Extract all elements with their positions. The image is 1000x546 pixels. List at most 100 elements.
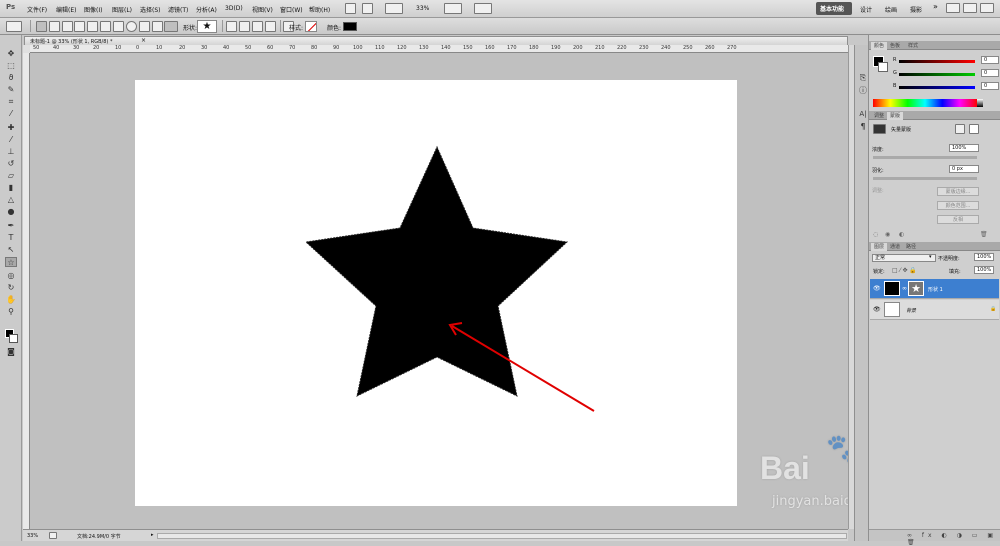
dodge-tool-icon[interactable]: ● bbox=[5, 207, 17, 217]
eyedropper-tool-icon[interactable]: ⁄ bbox=[5, 109, 17, 119]
layer-row-background[interactable]: 👁 背景 🔒 bbox=[870, 300, 999, 320]
move-tool-icon[interactable]: ✥ bbox=[5, 49, 17, 59]
rectangle-icon[interactable] bbox=[100, 21, 111, 32]
visibility-eye-icon[interactable]: 👁 bbox=[873, 306, 881, 313]
fill-input[interactable]: 100% bbox=[974, 266, 994, 274]
add-mode-icon[interactable] bbox=[239, 21, 250, 32]
minimize-icon[interactable] bbox=[946, 3, 960, 13]
brush-tool-icon[interactable]: ⁄ bbox=[5, 135, 17, 145]
ellipse-icon[interactable] bbox=[126, 21, 137, 32]
star-shape-picker-icon[interactable]: ★ bbox=[197, 20, 217, 33]
load-selection-icon[interactable]: ◌ bbox=[873, 231, 878, 238]
background-color-swatch[interactable] bbox=[9, 334, 18, 343]
crop-tool-icon[interactable]: ⌗ bbox=[5, 97, 17, 107]
custom-shape-icon[interactable] bbox=[164, 21, 178, 32]
history-brush-tool-icon[interactable]: ↺ bbox=[5, 159, 17, 169]
channel-r-slider[interactable] bbox=[899, 60, 975, 63]
pixel-mask-icon[interactable] bbox=[955, 124, 965, 134]
fill-pixels-icon[interactable] bbox=[62, 21, 73, 32]
workspace-painting[interactable]: 绘画 bbox=[885, 5, 897, 14]
channel-r-input[interactable]: 0 bbox=[981, 56, 999, 64]
menu-file[interactable]: 文件(F) bbox=[27, 5, 47, 14]
restore-icon[interactable] bbox=[963, 3, 977, 13]
subtract-mode-icon[interactable] bbox=[252, 21, 263, 32]
close-tab-icon[interactable]: × bbox=[141, 37, 146, 44]
menu-edit[interactable]: 编辑(E) bbox=[56, 5, 76, 14]
channel-b-slider[interactable] bbox=[899, 86, 975, 89]
status-menu-icon[interactable]: ▸ bbox=[151, 532, 154, 538]
workspace-essentials[interactable]: 基本功能 bbox=[820, 4, 844, 13]
opacity-input[interactable]: 100% bbox=[974, 253, 994, 261]
toggle-mask-icon[interactable]: ◐ bbox=[899, 231, 904, 238]
feather-input[interactable]: 0 px bbox=[949, 165, 979, 173]
eraser-tool-icon[interactable]: ▱ bbox=[5, 171, 17, 181]
paths-icon[interactable] bbox=[49, 21, 60, 32]
line-icon[interactable] bbox=[152, 21, 163, 32]
horizontal-scrollbar[interactable] bbox=[157, 533, 847, 539]
layer-actions-icons[interactable]: ∞ fx ◐ ◑ ▭ ▣ 🗑 bbox=[907, 532, 1000, 546]
blend-mode-select[interactable]: 正常 bbox=[872, 254, 936, 262]
document-tab[interactable]: 未标题-1 @ 33% (形状 1, RGB/8) * × bbox=[24, 36, 848, 45]
density-slider[interactable] bbox=[873, 156, 977, 159]
3d-orbit-tool-icon[interactable]: ↻ bbox=[5, 283, 17, 293]
menu-help[interactable]: 帮助(H) bbox=[309, 5, 330, 14]
bridge-icon[interactable] bbox=[345, 3, 356, 14]
intersect-mode-icon[interactable] bbox=[265, 21, 276, 32]
path-select-tool-icon[interactable]: ↖ bbox=[5, 245, 17, 255]
hand-tool-icon[interactable]: ✋ bbox=[5, 295, 17, 305]
menu-filter[interactable]: 滤镜(T) bbox=[168, 5, 188, 14]
shape-layers-icon[interactable] bbox=[36, 21, 47, 32]
status-zoom[interactable]: 33% bbox=[27, 533, 38, 539]
status-icon[interactable] bbox=[49, 532, 57, 539]
color-spectrum-bar[interactable] bbox=[873, 99, 977, 107]
layer-row-shape[interactable]: 👁 ∞ ★ 形状 1 bbox=[870, 279, 999, 299]
blend-dropdown-icon[interactable]: ▾ bbox=[929, 254, 932, 260]
visibility-eye-icon[interactable]: 👁 bbox=[873, 285, 881, 292]
close-window-icon[interactable] bbox=[980, 3, 994, 13]
menu-image[interactable]: 图像(I) bbox=[84, 5, 102, 14]
tab-channels[interactable]: 通道 bbox=[887, 243, 903, 251]
color-range-button[interactable]: 颜色范围... bbox=[937, 201, 979, 210]
polygon-icon[interactable] bbox=[139, 21, 150, 32]
tab-adjustments[interactable]: 调整 bbox=[871, 112, 887, 120]
tab-layers[interactable]: 图层 bbox=[871, 243, 888, 251]
workspace-design[interactable]: 设计 bbox=[860, 5, 872, 14]
bg-color-swatch[interactable] bbox=[878, 62, 888, 72]
screen-mode-icon[interactable] bbox=[474, 3, 492, 14]
bw-ramp[interactable] bbox=[977, 99, 983, 107]
shape-color-swatch[interactable] bbox=[343, 22, 357, 31]
3d-rotate-tool-icon[interactable]: ◎ bbox=[5, 271, 17, 281]
menu-window[interactable]: 窗口(W) bbox=[280, 5, 303, 14]
clone-stamp-tool-icon[interactable]: ⊥ bbox=[5, 147, 17, 157]
layer-name[interactable]: 背景 bbox=[906, 307, 916, 314]
type-tool-icon[interactable]: T bbox=[5, 233, 17, 243]
density-input[interactable]: 100% bbox=[949, 144, 979, 152]
blur-tool-icon[interactable]: △ bbox=[5, 195, 17, 205]
tab-paths[interactable]: 路径 bbox=[903, 243, 919, 251]
delete-mask-icon[interactable]: 🗑 bbox=[980, 231, 988, 238]
menu-layer[interactable]: 图层(L) bbox=[112, 5, 132, 14]
feather-slider[interactable] bbox=[873, 177, 977, 180]
menu-view[interactable]: 视图(V) bbox=[252, 5, 273, 14]
rounded-rectangle-icon[interactable] bbox=[113, 21, 124, 32]
menu-select[interactable]: 选择(S) bbox=[140, 5, 161, 14]
lock-icons[interactable]: □ ⁄ ✥ 🔒 bbox=[892, 267, 917, 274]
view-extras-icon[interactable] bbox=[385, 3, 403, 14]
quick-mask-icon[interactable]: ◙ bbox=[5, 347, 17, 357]
tool-preset-icon[interactable] bbox=[6, 21, 22, 32]
document-canvas[interactable] bbox=[135, 80, 737, 506]
freeform-pen-icon[interactable] bbox=[87, 21, 98, 32]
tab-swatches[interactable]: 色板 bbox=[887, 42, 903, 50]
style-swatch[interactable] bbox=[305, 21, 317, 32]
apply-mask-icon[interactable]: ◉ bbox=[885, 231, 890, 238]
pen-icon[interactable] bbox=[74, 21, 85, 32]
minibridge-icon[interactable] bbox=[362, 3, 373, 14]
new-layer-mode-icon[interactable] bbox=[226, 21, 237, 32]
channel-g-slider[interactable] bbox=[899, 73, 975, 76]
menu-3d[interactable]: 3D(D) bbox=[225, 5, 243, 12]
custom-shape-tool-icon[interactable]: ☆ bbox=[5, 257, 17, 267]
workspace-overflow-icon[interactable]: » bbox=[933, 2, 938, 11]
tab-masks[interactable]: 蒙版 bbox=[887, 112, 904, 120]
tab-color[interactable]: 颜色 bbox=[871, 42, 888, 50]
marquee-tool-icon[interactable]: ⬚ bbox=[5, 61, 17, 71]
